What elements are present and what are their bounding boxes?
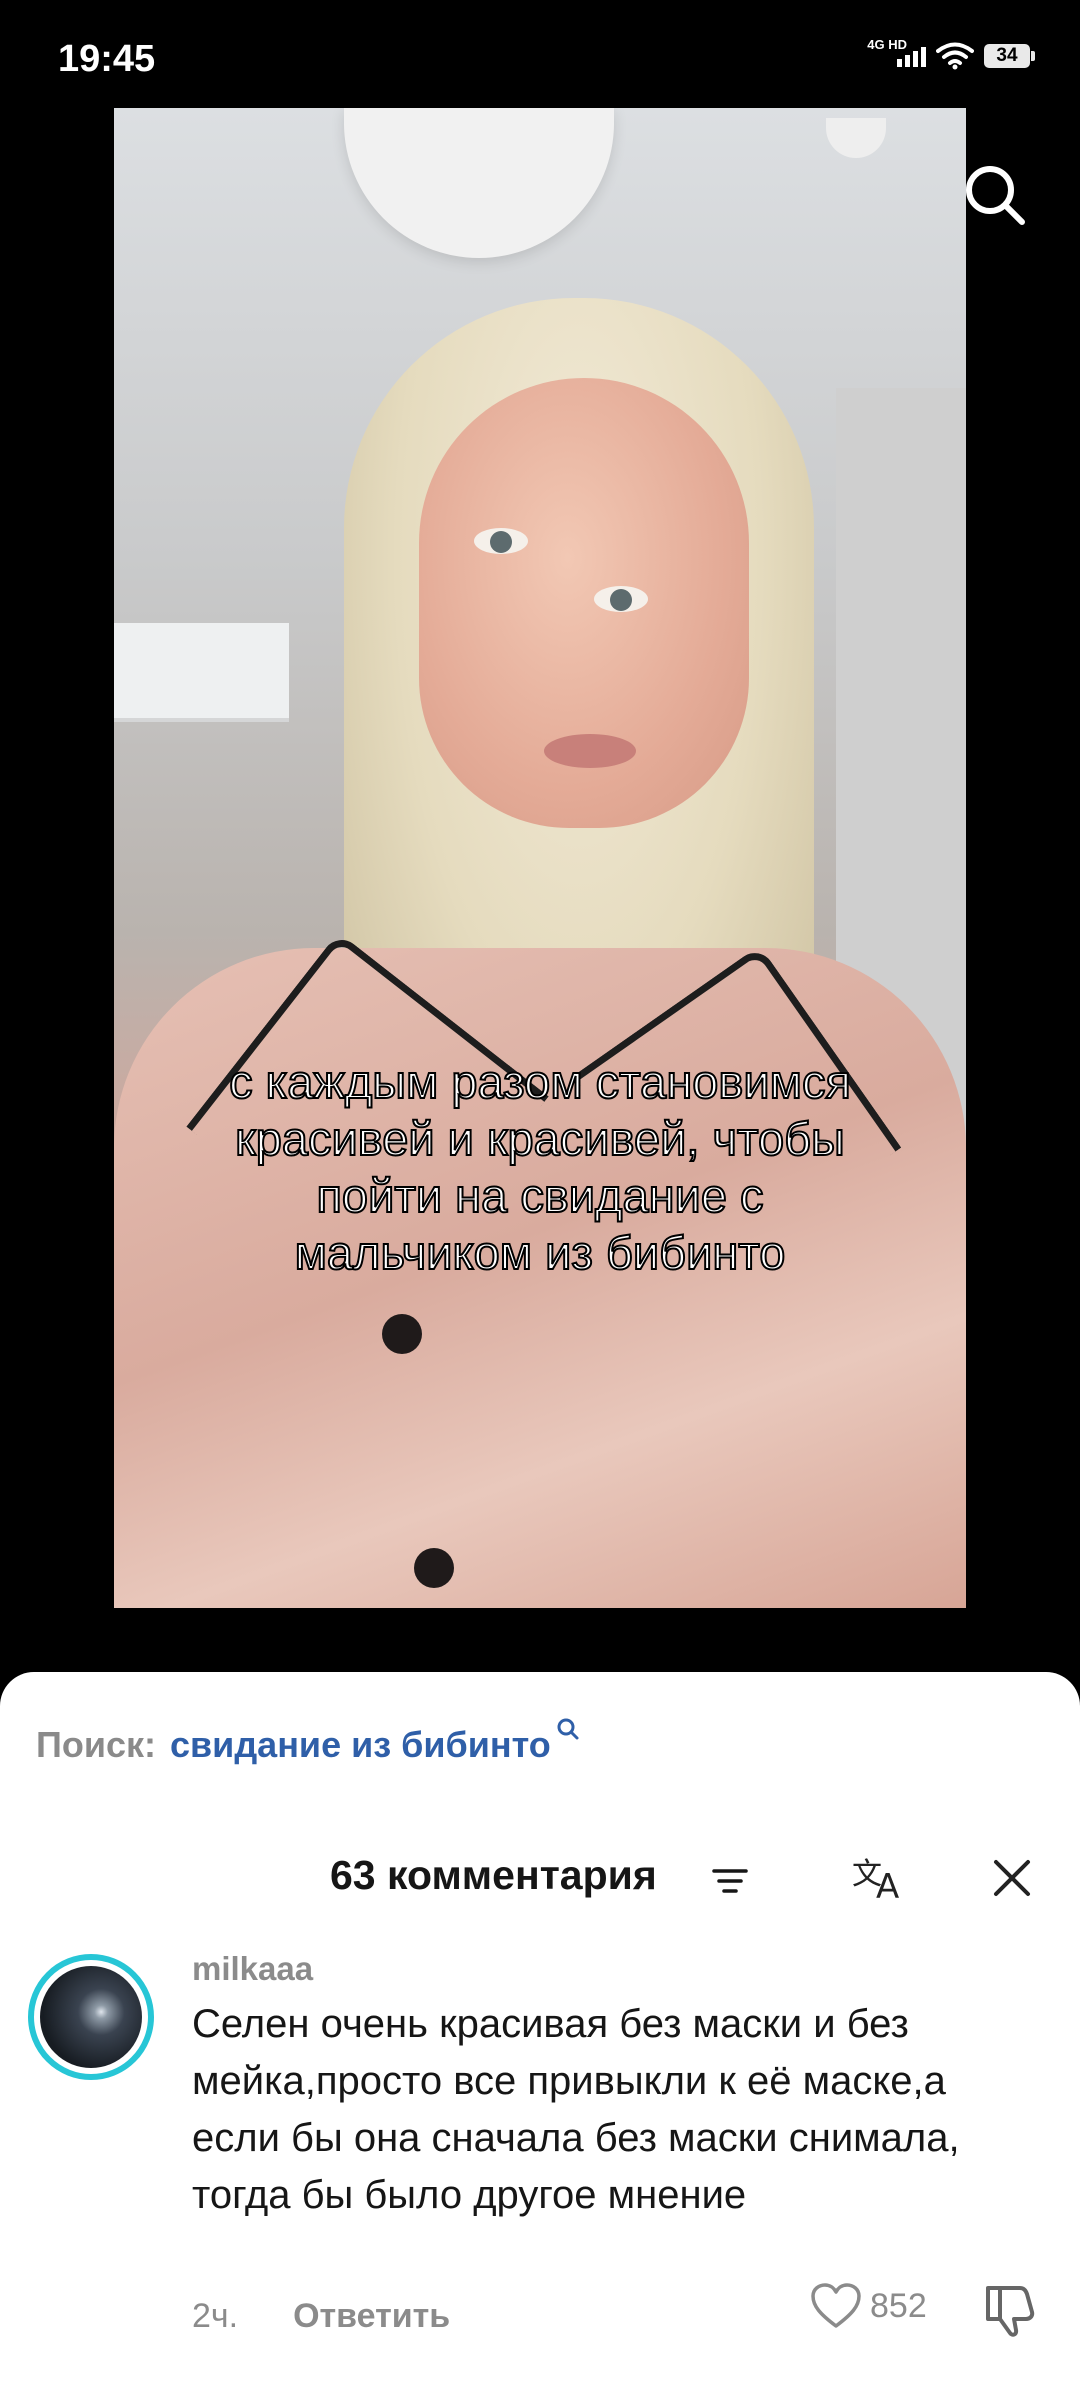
wifi-icon xyxy=(936,42,974,70)
search-icon[interactable] xyxy=(960,160,1030,230)
status-bar: 19:45 4G HD 34 xyxy=(0,0,1080,100)
comment-text: Селен очень красивая без маски и без мей… xyxy=(192,2002,960,2217)
search-icon xyxy=(557,1718,579,1740)
comment-item: milkaaa Селен очень красивая без маски и… xyxy=(0,1932,1080,2372)
comments-header: 63 комментария 文 A xyxy=(0,1842,1080,1912)
close-icon[interactable] xyxy=(990,1856,1034,1900)
like-count: 852 xyxy=(870,2286,927,2325)
heart-icon xyxy=(811,2283,861,2328)
search-suggestion[interactable]: Поиск: свидание из бибинто xyxy=(36,1718,581,1766)
comments-sheet: Поиск: свидание из бибинто 63 комментари… xyxy=(0,1672,1080,2408)
video-scene xyxy=(382,1314,422,1354)
search-label: Поиск: xyxy=(36,1724,157,1765)
video-scene xyxy=(826,118,886,158)
video-scene xyxy=(114,623,289,722)
avatar[interactable] xyxy=(28,1954,154,2080)
sort-icon[interactable] xyxy=(712,1866,748,1896)
caption-line: красивей и красивей, чтобы xyxy=(234,1111,846,1166)
video-scene xyxy=(594,586,648,612)
battery-icon: 34 xyxy=(984,44,1035,68)
caption-line: с каждым разом становимся xyxy=(228,1054,852,1109)
comment-username[interactable]: milkaaa xyxy=(192,1950,313,1988)
video-caption: с каждым разом становимся красивей и кра… xyxy=(114,1053,966,1281)
search-query-link[interactable]: свидание из бибинто xyxy=(170,1724,551,1766)
status-icons: 4G HD 34 xyxy=(867,38,1035,70)
status-time: 19:45 xyxy=(58,38,156,80)
caption-line: мальчиком из бибинто xyxy=(294,1225,787,1280)
video-scene xyxy=(474,528,528,554)
reply-button[interactable]: Ответить xyxy=(293,2297,450,2336)
video-scene xyxy=(414,1548,454,1588)
like-button[interactable]: 852 xyxy=(810,2282,927,2330)
video-scene xyxy=(544,734,636,768)
video-scene xyxy=(344,108,614,258)
comments-count: 63 комментария xyxy=(330,1852,657,1898)
video-player[interactable]: с каждым разом становимся красивей и кра… xyxy=(114,108,966,1608)
dislike-icon[interactable] xyxy=(980,2282,1040,2338)
svg-text:A: A xyxy=(876,1867,899,1902)
network-label: 4G HD xyxy=(867,36,907,52)
caption-line: пойти на свидание с xyxy=(315,1168,764,1223)
translate-icon[interactable]: 文 A xyxy=(850,1854,910,1902)
comment-meta: 2ч. Ответить xyxy=(192,2297,450,2336)
comment-time: 2ч. xyxy=(192,2297,239,2335)
